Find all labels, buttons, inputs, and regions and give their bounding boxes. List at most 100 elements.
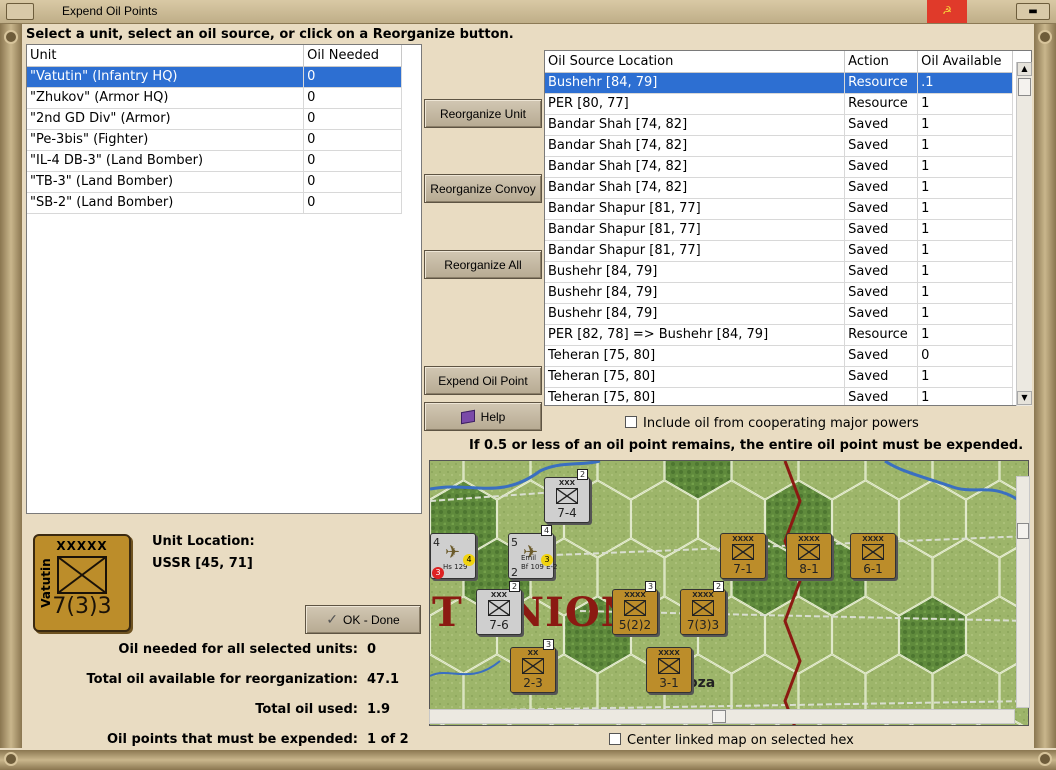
- oil-source-list[interactable]: Oil Source Location Action Oil Available…: [544, 50, 1032, 406]
- oil-source-location-cell: Bandar Shah [74, 82]: [545, 114, 846, 136]
- oil-source-row[interactable]: Bandar Shah [74, 82] Saved 1: [545, 156, 1013, 178]
- ok-done-label: OK - Done: [343, 612, 400, 627]
- unit-row[interactable]: "SB-2" (Land Bomber) 0: [27, 192, 402, 214]
- oil-action-cell: Saved: [844, 366, 919, 388]
- oil-source-location-cell: Bandar Shapur [81, 77]: [545, 198, 846, 220]
- oil-source-location-cell: Teheran [75, 80]: [545, 387, 846, 405]
- oil-source-row[interactable]: Bandar Shah [74, 82] Saved 1: [545, 135, 1013, 157]
- oil-available-cell: 1: [917, 156, 1013, 178]
- unit-row[interactable]: "Pe-3bis" (Fighter) 0: [27, 129, 402, 151]
- map-unit-counter[interactable]: XXX 7-4 2: [544, 469, 590, 523]
- oil-source-row[interactable]: Bandar Shapur [81, 77] Saved 1: [545, 219, 1013, 241]
- oil-action-cell: Saved: [844, 261, 919, 283]
- frame-stud-icon: [4, 752, 18, 766]
- oil-list-scrollbar[interactable]: ▲ ▼: [1016, 62, 1032, 406]
- column-header-oil-needed[interactable]: Oil Needed: [303, 45, 402, 67]
- map-unit-value: 7-6: [489, 618, 509, 632]
- oil-source-row[interactable]: Bandar Shapur [81, 77] Saved 1: [545, 198, 1013, 220]
- unit-row[interactable]: "Zhukov" (Armor HQ) 0: [27, 87, 402, 109]
- scroll-down-arrow-icon[interactable]: ▼: [1017, 391, 1032, 405]
- unit-symbol-icon: [658, 658, 680, 674]
- map-unit-subtype: Emil: [521, 554, 537, 562]
- oil-source-row[interactable]: Teheran [75, 80] Saved 1: [545, 366, 1013, 388]
- map-hscroll-thumb[interactable]: [712, 710, 726, 723]
- unit-name-cell: "IL-4 DB-3" (Land Bomber): [27, 150, 305, 172]
- oil-source-row[interactable]: Bandar Shapur [81, 77] Saved 1: [545, 240, 1013, 262]
- oil-available-cell: 1: [917, 282, 1013, 304]
- map-horizontal-scrollbar[interactable]: [429, 709, 1015, 724]
- map-unit-counter[interactable]: XXXX 7(3)3 2: [680, 581, 726, 635]
- oil-source-row[interactable]: PER [82, 78] => Bushehr [84, 79] Resource…: [545, 324, 1013, 346]
- oil-source-location-cell: Bandar Shah [74, 82]: [545, 135, 846, 157]
- map-unit-counter[interactable]: XXXX 7-1: [720, 533, 766, 579]
- checkmark-icon: ✓: [326, 611, 339, 627]
- scroll-thumb[interactable]: [1018, 78, 1031, 96]
- map-vscroll-thumb[interactable]: [1017, 523, 1029, 539]
- oil-needed-cell: 0: [303, 87, 402, 109]
- oil-needed-cell: 0: [303, 129, 402, 151]
- map-unit-counter[interactable]: XXXX 8-1: [786, 533, 832, 579]
- oil-source-row[interactable]: Bushehr [84, 79] Resource .1: [545, 72, 1013, 94]
- reorganize-unit-button[interactable]: Reorganize Unit: [424, 99, 542, 128]
- map-unit-value: 5: [511, 536, 518, 549]
- map-unit-counter[interactable]: 4 ✈ Hs 129 3 4: [430, 533, 476, 579]
- column-header-oil-available[interactable]: Oil Available: [917, 51, 1013, 73]
- system-menu-button[interactable]: [6, 3, 34, 20]
- include-coop-label: Include oil from cooperating major power…: [643, 416, 919, 431]
- counter-size-label: XXXXX: [56, 539, 108, 553]
- map-unit-size: XXXX: [862, 535, 884, 543]
- map-unit-counter[interactable]: 5 ✈ Bf 109 E-2 Emil 2 3 4: [508, 525, 557, 579]
- scroll-up-arrow-icon[interactable]: ▲: [1017, 62, 1032, 76]
- oil-source-location-cell: PER [82, 78] => Bushehr [84, 79]: [545, 324, 846, 346]
- help-button[interactable]: Help: [424, 402, 542, 431]
- must-expend-label: Oil points that must be expended:: [106, 732, 358, 747]
- oil-source-row[interactable]: Teheran [75, 80] Saved 0: [545, 345, 1013, 367]
- unit-row[interactable]: "2nd GD Div" (Armor) 0: [27, 108, 402, 130]
- map-unit-counter[interactable]: XXX 7-6 2: [476, 581, 522, 635]
- center-map-checkbox[interactable]: [609, 733, 621, 745]
- oil-source-row[interactable]: Teheran [75, 80] Saved 1: [545, 387, 1013, 405]
- oil-source-row[interactable]: Bushehr [84, 79] Saved 1: [545, 303, 1013, 325]
- map-unit-counter[interactable]: XX 2-3 3: [510, 639, 556, 693]
- column-header-oil-source-location[interactable]: Oil Source Location: [545, 51, 846, 73]
- map-unit-counter[interactable]: XXXX 6-1: [850, 533, 896, 579]
- oil-needed-cell: 0: [303, 192, 402, 214]
- reorganize-all-button[interactable]: Reorganize All: [424, 250, 542, 279]
- oil-available-cell: 1: [917, 387, 1013, 405]
- window-frame-right: [1034, 24, 1056, 748]
- oil-source-row[interactable]: PER [80, 77] Resource 1: [545, 93, 1013, 115]
- column-header-unit[interactable]: Unit: [27, 45, 305, 67]
- center-map-option[interactable]: Center linked map on selected hex: [609, 733, 854, 748]
- column-header-action[interactable]: Action: [844, 51, 919, 73]
- oil-needed-cell: 0: [303, 171, 402, 193]
- include-coop-option[interactable]: Include oil from cooperating major power…: [625, 416, 919, 431]
- oil-source-row[interactable]: Bandar Shah [74, 82] Saved 1: [545, 177, 1013, 199]
- stack-count-badge: 2: [713, 581, 724, 592]
- unit-row[interactable]: "IL-4 DB-3" (Land Bomber) 0: [27, 150, 402, 172]
- stack-count-badge: 2: [509, 581, 520, 592]
- minimize-icon[interactable]: ▬: [1016, 3, 1050, 20]
- linked-map[interactable]: T NION oza XXX 7-4 2 4 ✈ Hs 129 3 4 5 ✈ Bf 109 E-2…: [429, 460, 1029, 726]
- unit-row[interactable]: "TB-3" (Land Bomber) 0: [27, 171, 402, 193]
- map-vertical-scrollbar[interactable]: [1016, 476, 1030, 708]
- map-unit-counter[interactable]: XXXX 5(2)2 3: [612, 581, 658, 635]
- expend-oil-point-button[interactable]: Expend Oil Point: [424, 366, 542, 395]
- stack-count-badge: 4: [541, 525, 552, 536]
- stack-count-badge: 3: [543, 639, 554, 650]
- map-unit-counter[interactable]: XXXX 3-1: [646, 647, 692, 693]
- unit-name-cell: "Vatutin" (Infantry HQ): [27, 66, 305, 88]
- oil-action-cell: Saved: [844, 219, 919, 241]
- oil-action-cell: Saved: [844, 240, 919, 262]
- reorganize-convoy-button[interactable]: Reorganize Convoy: [424, 174, 542, 203]
- unit-row[interactable]: "Vatutin" (Infantry HQ) 0: [27, 66, 402, 88]
- oil-source-row[interactable]: Bandar Shah [74, 82] Saved 1: [545, 114, 1013, 136]
- unit-list[interactable]: Unit Oil Needed "Vatutin" (Infantry HQ) 0…: [26, 44, 422, 514]
- oil-available-cell: .1: [917, 72, 1013, 94]
- oil-available-cell: 0: [917, 345, 1013, 367]
- ok-done-button[interactable]: ✓ OK - Done: [305, 605, 421, 634]
- oil-source-row[interactable]: Bushehr [84, 79] Saved 1: [545, 261, 1013, 283]
- oil-source-row[interactable]: Bushehr [84, 79] Saved 1: [545, 282, 1013, 304]
- include-coop-checkbox[interactable]: [625, 416, 637, 428]
- oil-needed-label: Oil needed for all selected units:: [118, 642, 358, 657]
- oil-needed-cell: 0: [303, 150, 402, 172]
